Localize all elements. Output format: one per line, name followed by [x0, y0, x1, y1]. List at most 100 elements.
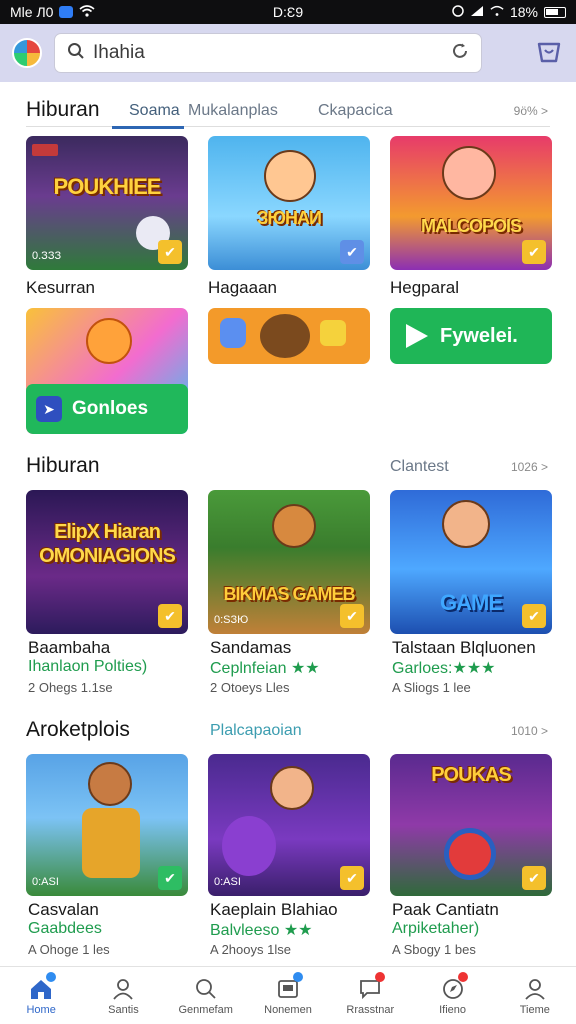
character-face	[264, 150, 316, 202]
game-name[interactable]: Paak Cantiatn	[392, 900, 499, 920]
game-card[interactable]: GAME ✔	[390, 490, 552, 634]
badge-icon: ✔	[158, 866, 182, 890]
game-subtitle: Gaabdees	[28, 920, 102, 937]
card-corner-label: 0:SЗЮ	[214, 614, 249, 626]
tab-divider	[26, 126, 550, 127]
candy-icon	[320, 320, 346, 346]
badge-icon: ✔	[340, 240, 364, 264]
nav-label: Tieme	[519, 1003, 550, 1016]
search-icon	[67, 42, 85, 65]
game-meta: 2 Otoeys Lles	[210, 680, 290, 695]
game-meta: A Ohoge 1 les	[28, 942, 110, 957]
play-icon	[406, 324, 428, 348]
promo-tile[interactable]: ➤ Gonloes	[26, 308, 188, 434]
game-subtitle: Balvleeso ★★	[210, 922, 313, 939]
nav-activity[interactable]: Ifieno	[418, 971, 488, 1016]
game-name[interactable]: Hegparal	[390, 278, 459, 298]
tab-latest[interactable]: Clantest	[390, 458, 449, 476]
game-name[interactable]: Hagaaan	[208, 278, 277, 298]
game-name[interactable]: Sandamas	[210, 638, 291, 658]
game-card[interactable]: POUKAS ✔	[390, 754, 552, 896]
tab-platform[interactable]: Plalcapaoian	[210, 722, 302, 740]
section-more-link[interactable]: 1010 >	[511, 724, 548, 738]
search-icon	[193, 976, 219, 1002]
badge-icon: ✔	[522, 866, 546, 890]
signal-icon	[470, 4, 484, 20]
section-more-link[interactable]: 1026 >	[511, 460, 548, 474]
notification-dot	[375, 971, 386, 982]
battery-percent: 18%	[509, 4, 538, 20]
card-art-title: POUKHIEE	[53, 174, 162, 199]
bottom-navigation: Home Santis Genmefam Nonemen Rrasstnar I…	[0, 966, 576, 1024]
alarm-icon	[452, 4, 464, 20]
cookie-icon	[260, 314, 310, 358]
promo-tile[interactable]	[208, 308, 370, 364]
section-title: Hiburan	[26, 98, 100, 121]
search-input[interactable]: Ihahia	[93, 42, 443, 64]
game-name[interactable]: Baambaha	[28, 638, 110, 658]
card-corner-label: 0:ASI	[214, 876, 241, 888]
section-entertainment: Hiburan Soama Mukalanplas Ckapacica 9ö% …	[0, 94, 576, 454]
game-meta: A Sliogs 1 lee	[392, 680, 471, 695]
game-card[interactable]: MALCOPOIS ✔	[390, 136, 552, 270]
shield-icon	[444, 828, 496, 880]
game-card[interactable]: ЗЮНАИ ✔	[208, 136, 370, 270]
game-subtitle: Ihanlaon Polties)	[28, 658, 148, 675]
card-flag	[32, 144, 58, 156]
nav-messages[interactable]: Rrasstnar	[335, 971, 405, 1016]
profile-icon	[522, 976, 548, 1002]
nav-search[interactable]: Genmefam	[171, 976, 241, 1016]
card-art-title: POUKAS	[431, 764, 512, 786]
game-name[interactable]: Kesurran	[26, 278, 95, 298]
game-card[interactable]: POUKHIEE 0.ЗЗЗ ✔	[26, 136, 188, 270]
search-bar[interactable]: Ihahia	[54, 33, 482, 73]
nav-games[interactable]: Santis	[88, 976, 158, 1016]
cta-label: Fywelei.	[440, 324, 518, 347]
tab-1[interactable]: Soama	[129, 102, 180, 120]
game-card[interactable]: 0:ASI ✔	[208, 754, 370, 896]
section-more-link[interactable]: 9ö% >	[514, 104, 548, 118]
tab-2[interactable]: Mukalanplas	[188, 102, 278, 120]
character-face	[86, 318, 132, 364]
card-art-title: ElipX Hiaran OMONIAGIONS	[39, 521, 176, 567]
play-button[interactable]: Fywelei.	[390, 308, 552, 364]
refresh-icon[interactable]	[451, 42, 469, 65]
tab-3[interactable]: Ckapacica	[318, 102, 393, 120]
card-corner-label: 0.ЗЗЗ	[32, 250, 62, 262]
game-meta: 2 Ohegs 1.1se	[28, 680, 113, 695]
nav-home[interactable]: Home	[6, 971, 76, 1016]
promo-button[interactable]: ➤ Gonloes	[26, 384, 188, 434]
promo-label: Gonloes	[72, 398, 149, 419]
nav-profile[interactable]: Tieme	[500, 976, 570, 1016]
status-carrier: Mle Л0	[10, 4, 54, 20]
character-face	[88, 762, 132, 806]
badge-icon: ✔	[158, 240, 182, 264]
app-logo-icon[interactable]	[12, 38, 42, 68]
candy-icon	[220, 318, 246, 348]
battery-icon	[544, 6, 566, 18]
badge-icon: ✔	[340, 866, 364, 890]
wifi-icon-2	[490, 4, 504, 20]
section-title: Aroketplois	[26, 718, 130, 741]
user-icon	[110, 976, 136, 1002]
badge-icon: ✔	[522, 604, 546, 628]
game-name[interactable]: Talstaan Blqluonen	[392, 638, 536, 658]
game-name[interactable]: Casvalan	[28, 900, 99, 920]
game-card[interactable]: ElipX Hiaran OMONIAGIONS ✔	[26, 490, 188, 634]
nav-notifications[interactable]: Nonemen	[253, 971, 323, 1016]
character-face	[270, 766, 314, 810]
game-subtitle: Garloes:★★★	[392, 660, 496, 677]
game-name[interactable]: Kaeplain Blahiao	[210, 900, 338, 920]
game-meta: A 2hooys 1lse	[210, 942, 291, 957]
game-card[interactable]: 0:ASI ✔	[26, 754, 188, 896]
badge-icon: ✔	[340, 604, 364, 628]
game-card[interactable]: BIKMAS GAMEB 0:SЗЮ ✔	[208, 490, 370, 634]
nav-label: Rrasstnar	[346, 1003, 395, 1016]
character-body	[82, 808, 140, 878]
active-tab-underline	[112, 126, 184, 129]
section-header: Aroketplois Plalcapaoian 1010 >	[0, 714, 576, 746]
notification-dot	[457, 971, 468, 982]
section-title: Hiburan	[26, 454, 100, 477]
card-corner-label: 0:ASI	[32, 876, 59, 888]
cart-icon[interactable]	[534, 38, 564, 68]
